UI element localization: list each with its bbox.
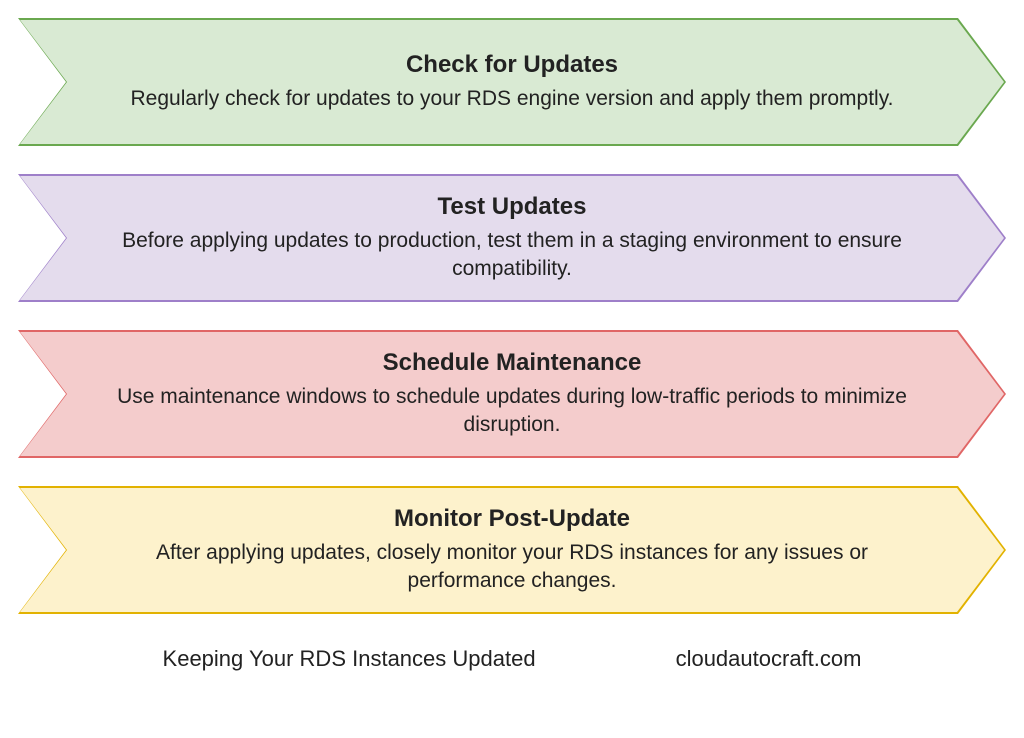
- step-title: Monitor Post-Update: [394, 505, 630, 533]
- step-title: Test Updates: [438, 193, 587, 221]
- step-description: Use maintenance windows to schedule upda…: [100, 383, 924, 440]
- step-check-for-updates: Check for Updates Regularly check for up…: [18, 18, 1006, 146]
- arrow-fill: Check for Updates Regularly check for up…: [20, 20, 1004, 144]
- step-description: Before applying updates to production, t…: [100, 227, 924, 284]
- step-test-updates: Test Updates Before applying updates to …: [18, 174, 1006, 302]
- step-title: Check for Updates: [406, 51, 618, 79]
- step-description: Regularly check for updates to your RDS …: [130, 85, 893, 113]
- step-description: After applying updates, closely monitor …: [100, 539, 924, 596]
- arrow-fill: Test Updates Before applying updates to …: [20, 176, 1004, 300]
- step-title: Schedule Maintenance: [383, 349, 642, 377]
- footer: Keeping Your RDS Instances Updated cloud…: [18, 646, 1006, 672]
- arrow-fill: Schedule Maintenance Use maintenance win…: [20, 332, 1004, 456]
- footer-site: cloudautocraft.com: [676, 646, 862, 672]
- step-schedule-maintenance: Schedule Maintenance Use maintenance win…: [18, 330, 1006, 458]
- step-monitor-post-update: Monitor Post-Update After applying updat…: [18, 486, 1006, 614]
- arrow-fill: Monitor Post-Update After applying updat…: [20, 488, 1004, 612]
- footer-caption: Keeping Your RDS Instances Updated: [163, 646, 536, 672]
